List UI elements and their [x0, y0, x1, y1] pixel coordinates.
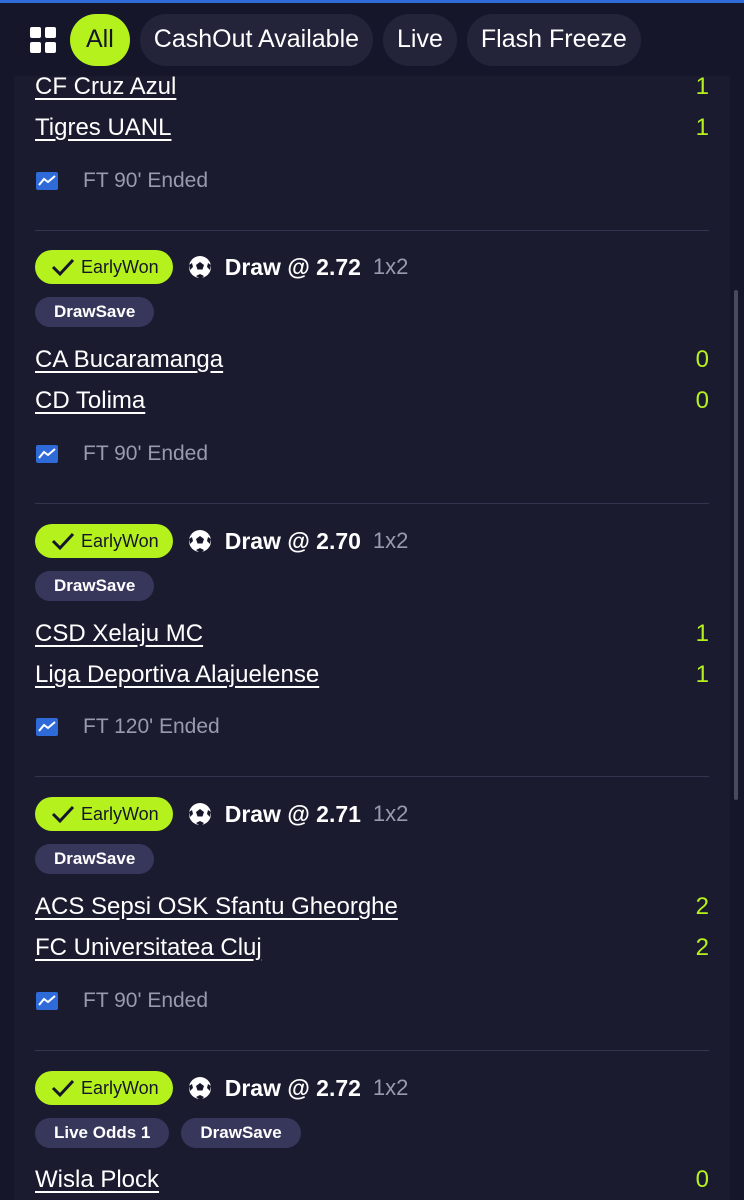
early-won-badge: EarlyWon	[35, 250, 173, 284]
match-status-row: FT 90' Ended	[35, 166, 208, 196]
filter-chip-live[interactable]: Live	[383, 13, 457, 66]
team-row-home: CF Cruz Azul 1	[35, 76, 709, 104]
tag-drawsave: DrawSave	[35, 571, 155, 601]
tag-row: DrawSave	[35, 844, 166, 874]
badge-label: EarlyWon	[81, 256, 159, 277]
stats-chart-icon[interactable]	[35, 717, 59, 737]
match-status: FT 120' Ended	[83, 715, 220, 738]
divider	[35, 776, 709, 777]
tag-drawsave: DrawSave	[181, 1118, 301, 1148]
filter-chip-all[interactable]: All	[70, 13, 130, 66]
bet-market: 1x2	[372, 528, 409, 553]
badge-label: EarlyWon	[81, 530, 159, 551]
team-link[interactable]: FC Universitatea Cluj	[35, 934, 262, 962]
grid-icon[interactable]	[30, 26, 56, 53]
bet-header: EarlyWon Draw @ 2.72 1x2	[35, 1070, 408, 1106]
divider	[35, 503, 709, 504]
team-score: 1	[695, 76, 709, 100]
match-status-row: FT 90' Ended	[35, 439, 208, 469]
bet-selection: Draw @ 2.71	[224, 800, 361, 827]
team-score: 1	[695, 114, 709, 141]
team-link[interactable]: CSD Xelaju MC	[35, 620, 203, 648]
team-row-home: CA Bucaramanga 0	[35, 343, 709, 377]
team-link[interactable]: CA Bucaramanga	[35, 346, 223, 374]
scrollbar[interactable]	[734, 290, 738, 800]
team-row-away: FC Universitatea Cluj 2	[35, 931, 709, 965]
tag-row: Live Odds 1 DrawSave	[35, 1118, 313, 1148]
team-link[interactable]: Wisla Plock	[35, 1166, 159, 1194]
team-score: 0	[695, 346, 709, 373]
badge-label: EarlyWon	[81, 1077, 159, 1098]
checkmark-icon	[51, 258, 75, 277]
team-score: 1	[695, 620, 709, 647]
match-status-row: FT 120' Ended	[35, 712, 220, 742]
filter-chip-cashout[interactable]: CashOut Available	[139, 13, 374, 66]
tag-row: DrawSave	[35, 571, 166, 601]
team-link[interactable]: CF Cruz Azul	[35, 76, 176, 101]
match-status: FT 90' Ended	[83, 989, 209, 1012]
soccer-ball-icon	[188, 256, 211, 278]
team-row-away: Liga Deportiva Alajuelense 1	[35, 658, 709, 692]
divider	[35, 1050, 709, 1051]
soccer-ball-icon	[188, 530, 211, 552]
match-status-row: FT 90' Ended	[35, 986, 208, 1016]
team-row-away: Tigres UANL 1	[35, 111, 709, 145]
divider	[35, 230, 709, 231]
team-link[interactable]: ACS Sepsi OSK Sfantu Gheorghe	[35, 893, 398, 921]
bet-market: 1x2	[372, 801, 409, 826]
tag-drawsave: DrawSave	[35, 844, 155, 874]
team-score: 2	[695, 934, 709, 961]
soccer-ball-icon	[188, 803, 211, 825]
stats-chart-icon[interactable]	[35, 171, 59, 191]
team-score: 0	[695, 387, 709, 414]
bet-selection: Draw @ 2.70	[224, 527, 361, 554]
team-score: 2	[695, 893, 709, 920]
soccer-ball-icon	[188, 1077, 211, 1099]
checkmark-icon	[51, 1079, 75, 1098]
team-row-home: CSD Xelaju MC 1	[35, 617, 709, 651]
match-status: FT 90' Ended	[83, 169, 209, 192]
tag-row: DrawSave	[35, 297, 166, 327]
bet-selection: Draw @ 2.72	[224, 1074, 361, 1101]
filter-bar: All CashOut Available Live Flash Freeze	[0, 3, 744, 76]
filter-chip-flash-freeze[interactable]: Flash Freeze	[466, 13, 641, 66]
badge-label: EarlyWon	[81, 803, 159, 824]
team-link[interactable]: Tigres UANL	[35, 114, 171, 142]
team-row-home: ACS Sepsi OSK Sfantu Gheorghe 2	[35, 890, 709, 924]
checkmark-icon	[51, 532, 75, 551]
tag-live-odds: Live Odds 1	[35, 1118, 170, 1148]
checkmark-icon	[51, 805, 75, 824]
bet-list: CF Cruz Azul 1 Tigres UANL 1 FT 90' Ende…	[14, 76, 730, 1200]
early-won-badge: EarlyWon	[35, 524, 173, 558]
team-row-away: CD Tolima 0	[35, 384, 709, 418]
early-won-badge: EarlyWon	[35, 1071, 173, 1105]
bet-market: 1x2	[372, 254, 409, 279]
team-score: 0	[695, 1166, 709, 1193]
bet-market: 1x2	[372, 1075, 409, 1100]
team-score: 1	[695, 661, 709, 688]
team-row-home: Wisla Plock 0	[35, 1163, 709, 1197]
bet-selection: Draw @ 2.72	[224, 253, 361, 280]
stats-chart-icon[interactable]	[35, 444, 59, 464]
bet-header: EarlyWon Draw @ 2.71 1x2	[35, 796, 408, 832]
team-link[interactable]: CD Tolima	[35, 387, 145, 415]
tag-drawsave: DrawSave	[35, 297, 155, 327]
stats-chart-icon[interactable]	[35, 991, 59, 1011]
bet-header: EarlyWon Draw @ 2.72 1x2	[35, 249, 408, 285]
bet-header: EarlyWon Draw @ 2.70 1x2	[35, 523, 408, 559]
match-status: FT 90' Ended	[83, 442, 209, 465]
early-won-badge: EarlyWon	[35, 797, 173, 831]
team-link[interactable]: Liga Deportiva Alajuelense	[35, 661, 319, 689]
